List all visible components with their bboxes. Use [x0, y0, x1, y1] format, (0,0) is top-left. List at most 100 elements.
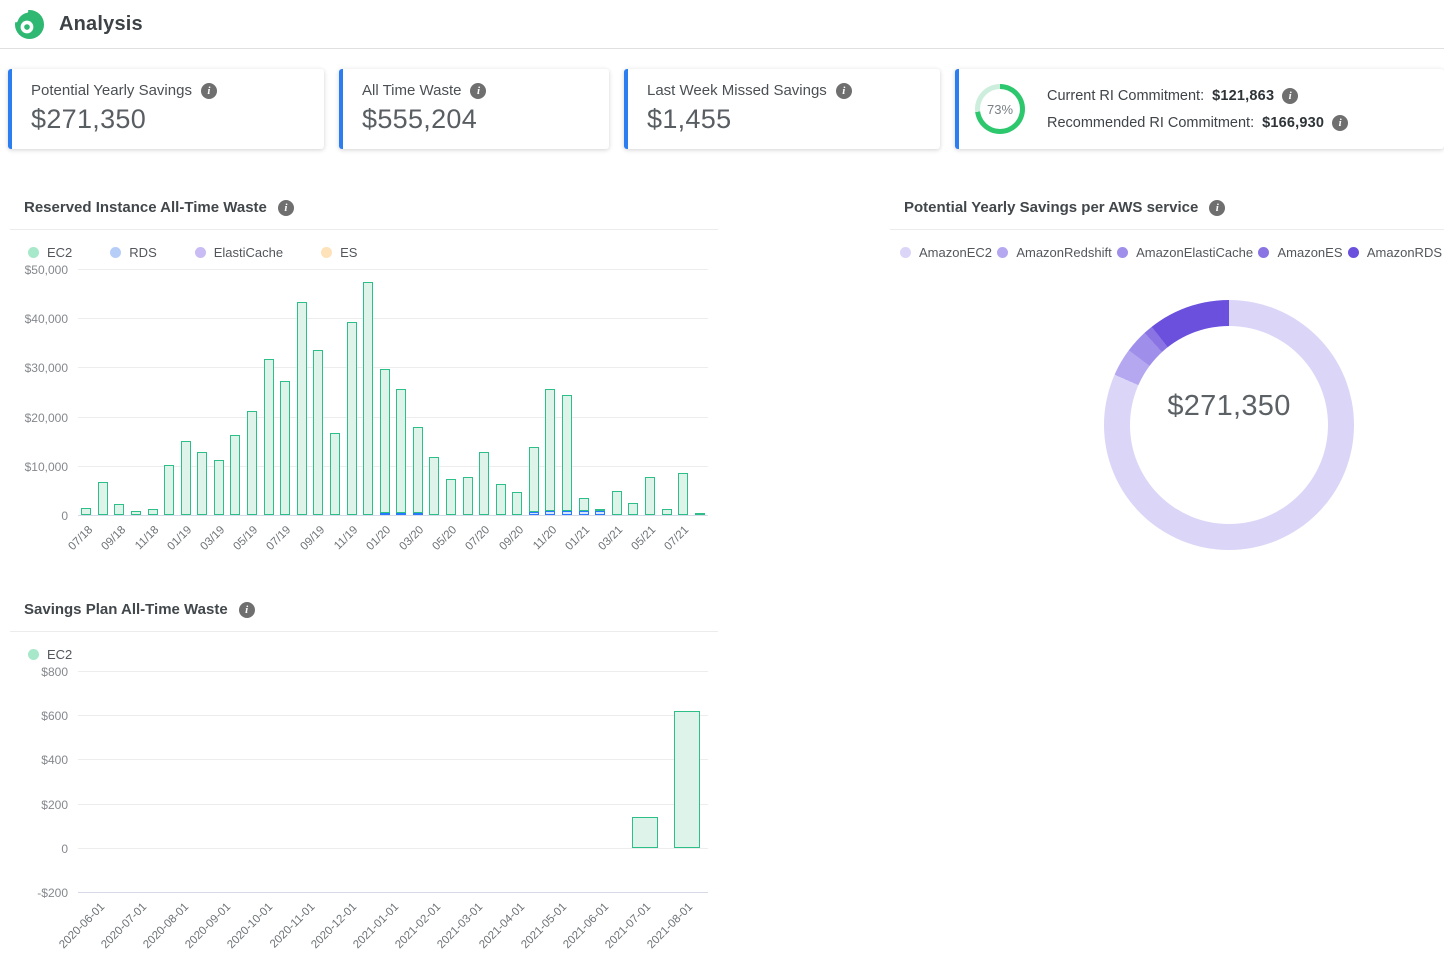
legend-dot: [1117, 247, 1128, 258]
x-axis-tick-label: 01/21: [563, 524, 592, 553]
x-axis-tick-label: 07/21: [663, 524, 692, 553]
bar-02/19: [194, 269, 211, 515]
legend-label: AmazonRDS: [1367, 245, 1442, 260]
y-axis-tick-label: $40,000: [25, 312, 68, 326]
bar-segment-ec2: [545, 389, 555, 512]
bar-05/19: [244, 269, 261, 515]
x-axis-tick-label: 07/18: [66, 524, 95, 553]
info-icon[interactable]: i: [470, 83, 486, 99]
legend-label: AmazonRedshift: [1016, 245, 1111, 260]
info-icon[interactable]: i: [201, 83, 217, 99]
info-icon[interactable]: i: [836, 83, 852, 99]
bar-2021-05-01: [540, 671, 582, 848]
stat-card-label: Last Week Missed Savings: [647, 82, 827, 99]
ri-chart-legend: EC2 RDS ElastiCache ES: [10, 230, 718, 269]
gridline: 0: [78, 848, 708, 849]
info-icon[interactable]: i: [278, 200, 294, 216]
recommended-ri-commitment-label: Recommended RI Commitment:: [1047, 115, 1254, 131]
legend-label: AmazonES: [1277, 245, 1342, 260]
brand-logo[interactable]: [14, 9, 45, 40]
x-axis-tick-label: 03/20: [398, 524, 427, 553]
legend-item-amazonrds[interactable]: AmazonRDS: [1348, 245, 1442, 260]
y-axis-tick-label: $50,000: [25, 263, 68, 277]
bar-segment-ec2: [297, 302, 307, 515]
y-axis-tick-label: 0: [61, 842, 68, 856]
stat-card-value: $1,455: [647, 104, 921, 135]
stat-card-label: Potential Yearly Savings: [31, 82, 192, 99]
x-axis-tick-label: 11/18: [133, 524, 161, 552]
info-icon[interactable]: i: [1332, 115, 1348, 131]
bar-segment-ec2: [396, 389, 406, 514]
bar-segment-ec2: [562, 395, 572, 511]
sp-waste-bar-chart: $800$600$400$2000-$200 2020-06-012020-07…: [10, 671, 718, 970]
bar-segment-ec2: [632, 817, 658, 848]
bar-08/20: [492, 269, 509, 515]
info-icon[interactable]: i: [239, 602, 255, 618]
bar-2021-01-01: [372, 671, 414, 848]
y-axis-tick-label: $800: [41, 665, 68, 679]
legend-item-ec2[interactable]: EC2: [28, 647, 72, 662]
bar-2020-10-01: [246, 671, 288, 848]
bar-06/20: [459, 269, 476, 515]
bar-11/19: [343, 269, 360, 515]
bar-segment-ec2: [280, 381, 290, 515]
x-axis-tick-label: 07/20: [464, 524, 493, 553]
bar-2021-08-01: [666, 671, 708, 848]
bar-segment-ec2: [81, 508, 91, 515]
bar-2021-06-01: [582, 671, 624, 848]
bars-layer: [78, 671, 708, 848]
legend-label: EC2: [47, 245, 72, 260]
bar-07/19: [277, 269, 294, 515]
bar-segment-ec2: [347, 322, 357, 515]
legend-item-amazonredshift[interactable]: AmazonRedshift: [997, 245, 1111, 260]
legend-label: AmazonEC2: [919, 245, 992, 260]
bar-segment-ec2: [197, 452, 207, 515]
y-axis-tick-label: $600: [41, 709, 68, 723]
bar-segment-ec2: [446, 479, 456, 515]
donut-center-value: $271,350: [1104, 281, 1354, 531]
bar-01/20: [376, 269, 393, 515]
bar-09/20: [509, 269, 526, 515]
charts-area: Reserved Instance All-Time Waste i EC2RD…: [0, 199, 1444, 970]
legend-item-es[interactable]: ES: [321, 245, 357, 260]
donut-chart-legend: AmazonEC2 AmazonRedshift AmazonElastiCache…: [890, 230, 1444, 269]
legend-item-amazonec2[interactable]: AmazonEC2: [900, 245, 992, 260]
x-axis-tick-label: 03/21: [596, 524, 625, 553]
legend-item-rds[interactable]: RDS: [110, 245, 156, 260]
analysis-dashboard: Analysis Potential Yearly Savings i $271…: [0, 0, 1444, 971]
legend-dot: [997, 247, 1008, 258]
recommended-ri-commitment-row: Recommended RI Commitment: $166,930 i: [1047, 115, 1348, 131]
stat-card-potential-yearly-savings: Potential Yearly Savings i $271,350: [8, 69, 324, 149]
bar-segment-ec2: [529, 447, 539, 512]
bar-03/19: [211, 269, 228, 515]
legend-item-ec2[interactable]: EC2: [28, 245, 72, 260]
bar-08/21: [691, 269, 708, 515]
bar-07/20: [476, 269, 493, 515]
bar-01/21: [575, 269, 592, 515]
info-icon[interactable]: i: [1209, 200, 1225, 216]
info-icon[interactable]: i: [1282, 88, 1298, 104]
bars-layer: [78, 269, 708, 515]
bar-segment-ec2: [164, 465, 174, 515]
bar-segment-ec2: [247, 411, 257, 515]
legend-dot: [28, 649, 39, 660]
bar-segment-ec2: [628, 503, 638, 515]
bar-2020-06-01: [78, 671, 120, 848]
bar-08/19: [294, 269, 311, 515]
bar-segment-ec2: [264, 359, 274, 515]
legend-item-amazones[interactable]: AmazonES: [1258, 245, 1342, 260]
bar-segment-ec2: [363, 282, 373, 515]
bar-segment-ec2: [512, 492, 522, 515]
legend-item-amazonelasticache[interactable]: AmazonElastiCache: [1117, 245, 1253, 260]
bar-segment-ec2: [230, 435, 240, 515]
bar-segment-ec2: [380, 369, 390, 513]
legend-item-elasticache[interactable]: ElastiCache: [195, 245, 283, 260]
bar-2020-12-01: [330, 671, 372, 848]
x-axis-tick-label: 01/19: [165, 524, 194, 553]
bar-2020-09-01: [204, 671, 246, 848]
bar-2020-11-01: [288, 671, 330, 848]
bar-segment-ec2: [330, 433, 340, 515]
bar-02/20: [393, 269, 410, 515]
x-axis-tick-label: 11/20: [531, 524, 559, 552]
bar-05/20: [443, 269, 460, 515]
